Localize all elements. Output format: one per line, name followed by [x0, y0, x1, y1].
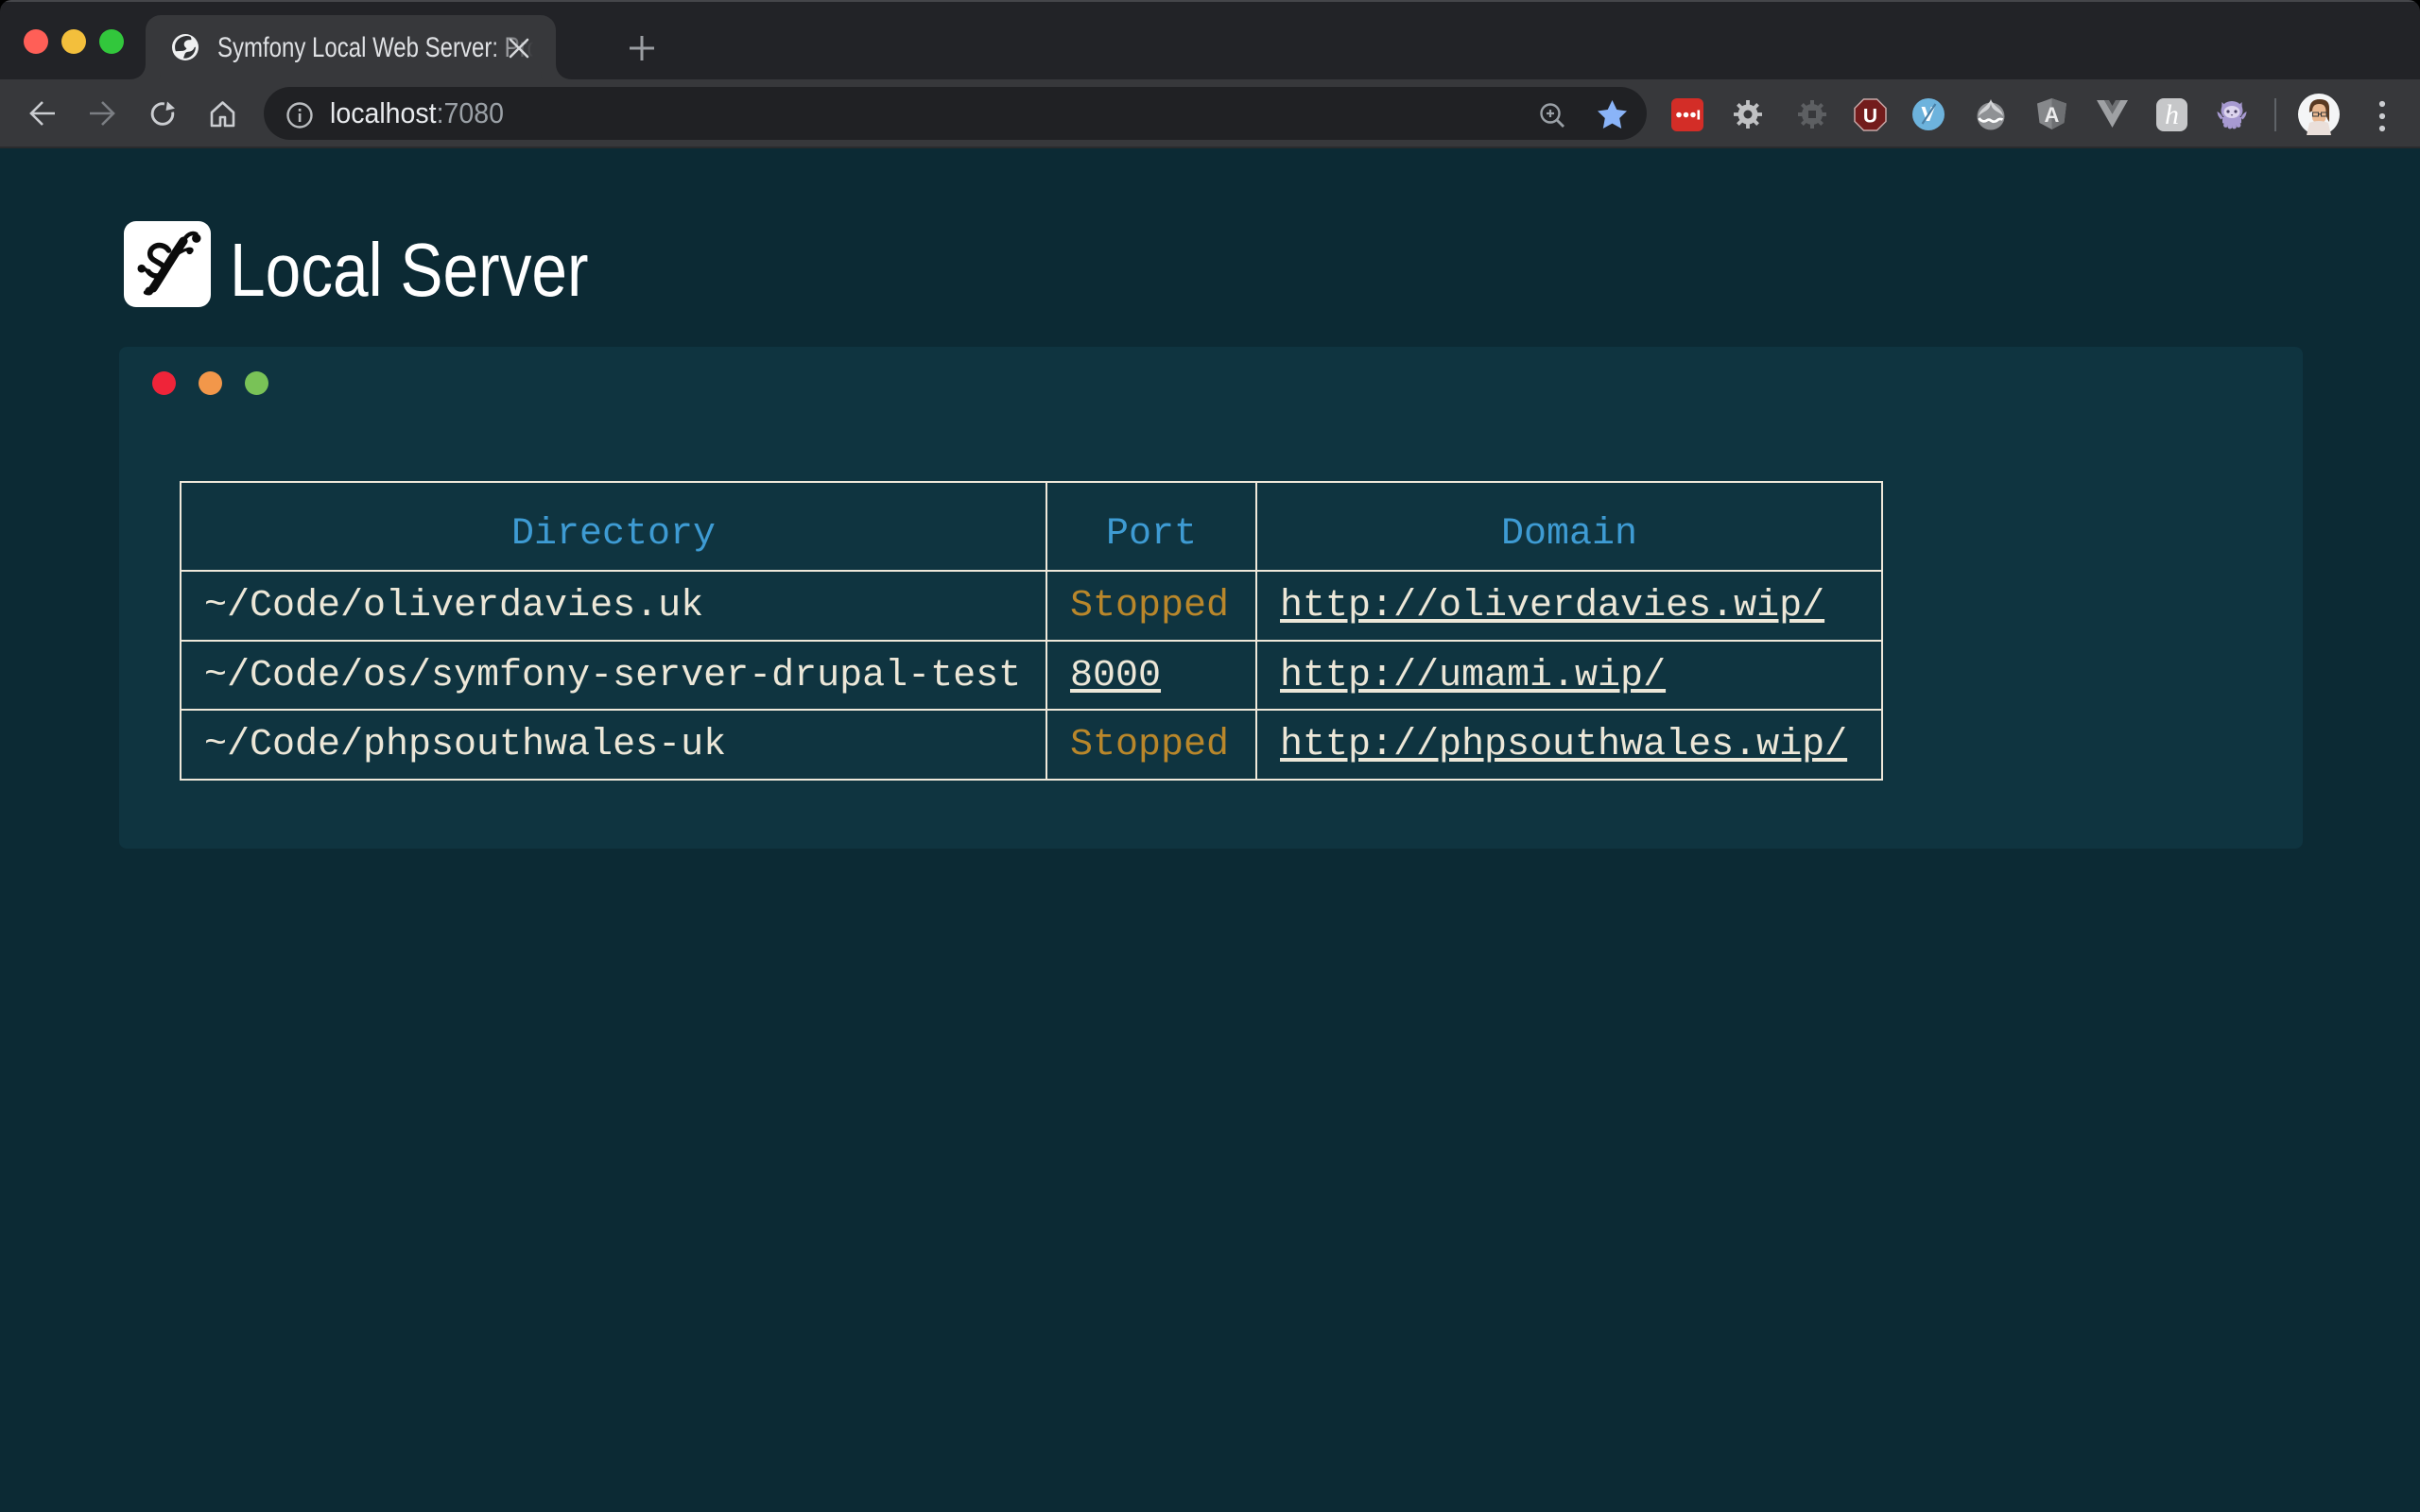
svg-text:h: h: [2165, 99, 2179, 130]
svg-text:U: U: [1863, 106, 1877, 128]
svg-text:A: A: [2045, 103, 2060, 127]
